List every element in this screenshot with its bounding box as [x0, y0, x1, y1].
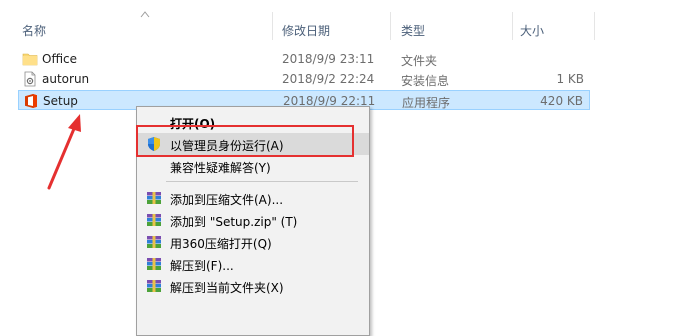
column-name-header[interactable]: 名称 — [22, 22, 46, 39]
column-date-header[interactable]: 修改日期 — [282, 22, 330, 39]
column-size-header[interactable]: 大小 — [520, 22, 544, 39]
menu-item-add-to-zip[interactable]: 添加到 "Setup.zip" (T) — [137, 209, 369, 231]
file-name: autorun — [42, 72, 90, 86]
office-app-icon — [25, 94, 37, 108]
archive-icon — [147, 258, 161, 270]
file-type: 文件夹 — [401, 54, 438, 68]
file-date: 2018/9/9 23:11 — [282, 52, 375, 66]
menu-item-open-with-360[interactable]: 用360压缩打开(Q) — [137, 231, 369, 253]
menu-item-troubleshoot[interactable]: 兼容性疑难解答(Y) — [137, 155, 369, 177]
file-type: 应用程序 — [402, 96, 451, 110]
file-type: 安装信息 — [401, 74, 450, 88]
menu-item-label: 解压到(F)... — [170, 259, 234, 273]
menu-item-add-to-archive[interactable]: 添加到压缩文件(A)... — [137, 187, 369, 209]
file-date: 2018/9/2 22:24 — [282, 72, 375, 86]
file-size: 420 KB — [540, 94, 583, 108]
menu-item-run-as-admin[interactable]: 以管理员身份运行(A) — [137, 133, 369, 155]
folder-icon — [22, 53, 38, 66]
context-menu: 打开(O) 以管理员身份运行(A) 兼容性疑难解答(Y) 添加到压缩文件(A).… — [136, 106, 370, 336]
menu-item-label: 打开(O) — [170, 117, 216, 131]
column-divider[interactable] — [512, 12, 513, 40]
menu-item-open[interactable]: 打开(O) — [137, 111, 369, 133]
archive-icon — [147, 192, 161, 204]
column-divider[interactable] — [272, 12, 273, 40]
annotation-arrow — [47, 114, 81, 190]
file-name: Setup — [43, 94, 78, 108]
menu-item-label: 兼容性疑难解答(Y) — [170, 161, 271, 175]
column-type-header[interactable]: 类型 — [401, 22, 425, 39]
archive-icon — [147, 236, 161, 248]
menu-item-label: 添加到压缩文件(A)... — [170, 193, 284, 207]
menu-item-extract-here[interactable]: 解压到当前文件夹(X) — [137, 275, 369, 297]
sort-up-icon[interactable] — [140, 10, 150, 18]
uac-shield-icon — [148, 137, 160, 151]
file-size: 1 KB — [556, 72, 584, 86]
column-header-bar: 名称 修改日期 类型 大小 — [0, 0, 690, 40]
menu-item-label: 用360压缩打开(Q) — [170, 237, 272, 251]
menu-item-label: 添加到 "Setup.zip" (T) — [170, 215, 298, 229]
file-name: Office — [42, 52, 78, 66]
setup-info-icon — [24, 71, 36, 87]
file-row-autorun[interactable]: autorun 2018/9/2 22:24 安装信息 1 KB — [18, 69, 590, 89]
column-divider[interactable] — [594, 12, 595, 40]
archive-icon — [147, 280, 161, 292]
menu-item-extract-to[interactable]: 解压到(F)... — [137, 253, 369, 275]
column-divider[interactable] — [390, 12, 391, 40]
menu-item-label: 解压到当前文件夹(X) — [170, 281, 284, 295]
archive-icon — [147, 214, 161, 226]
menu-item-label: 以管理员身份运行(A) — [170, 139, 284, 153]
file-row-office[interactable]: Office 2018/9/9 23:11 文件夹 — [18, 49, 590, 69]
menu-separator — [166, 181, 358, 182]
